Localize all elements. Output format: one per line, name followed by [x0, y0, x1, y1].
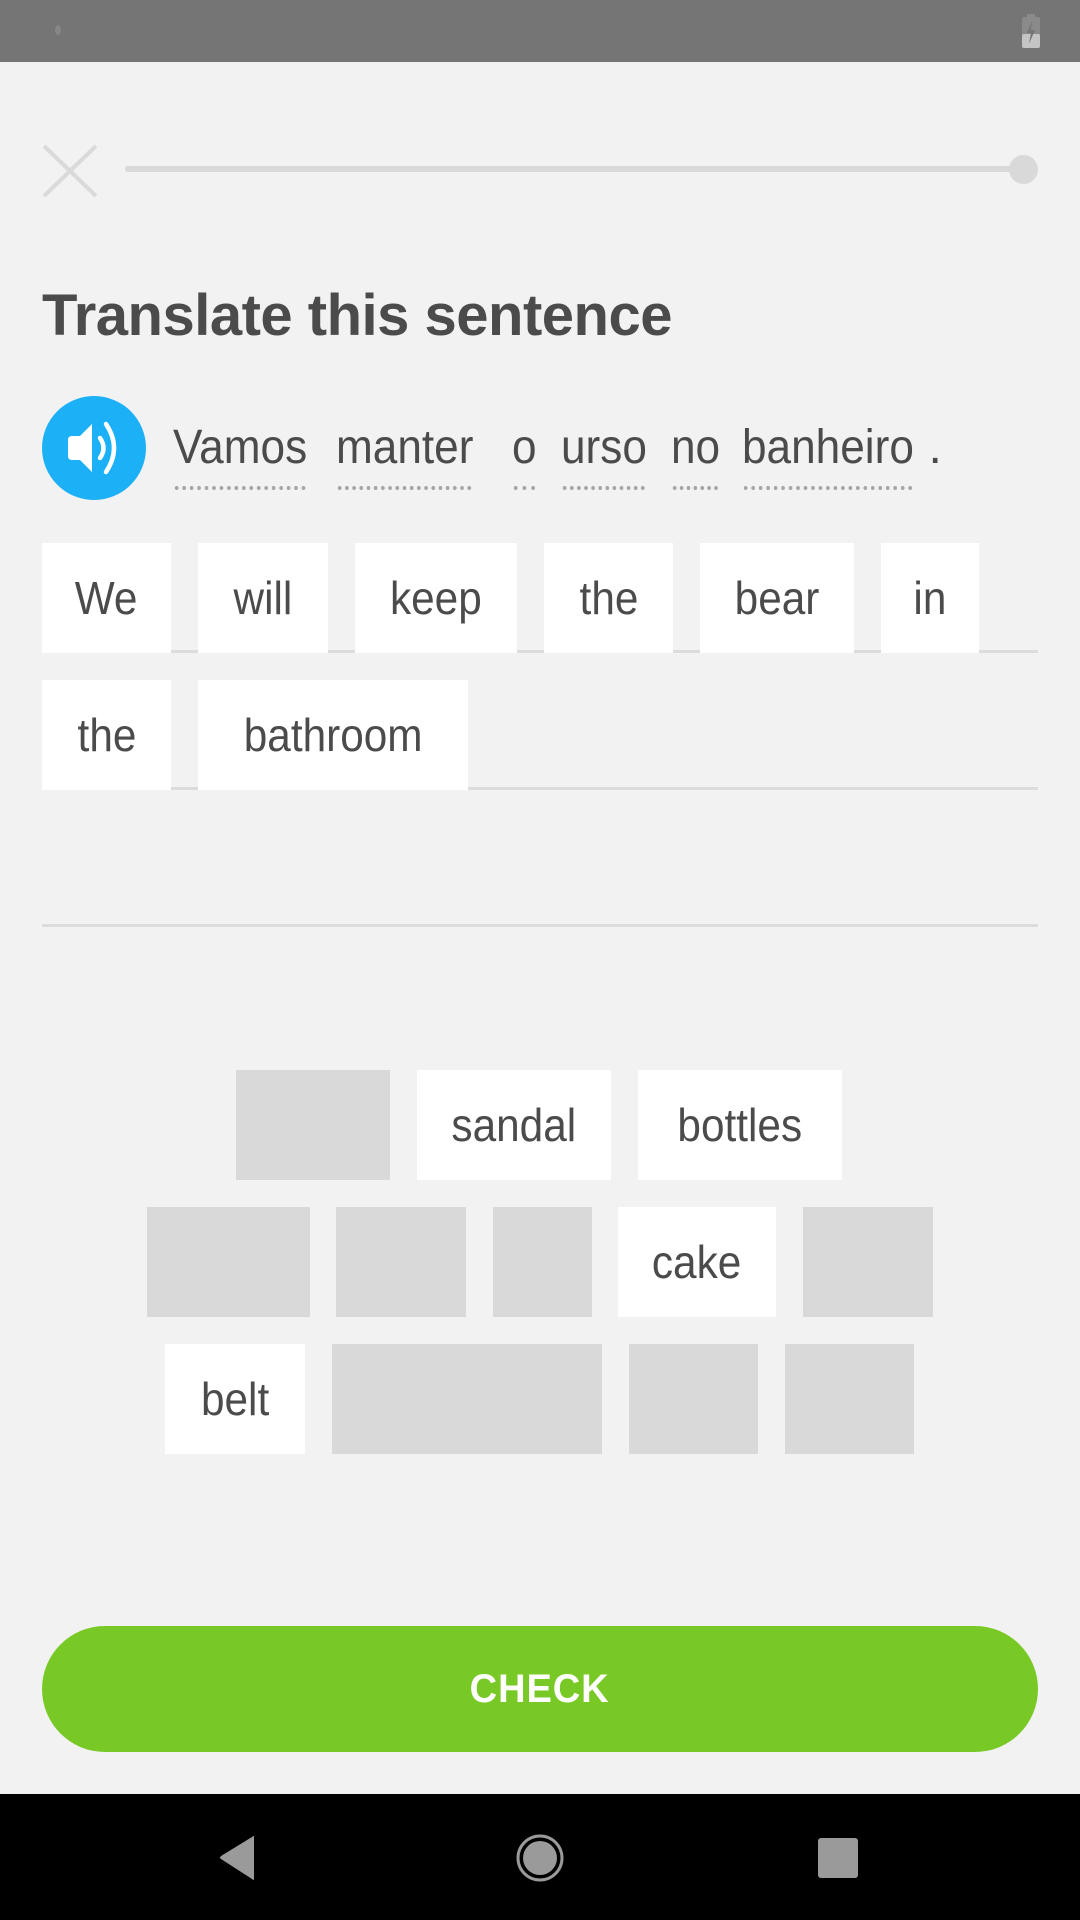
answer-tile[interactable]: bear	[700, 543, 854, 653]
answer-tile[interactable]: keep	[355, 543, 517, 653]
check-label: CHECK	[470, 1666, 610, 1711]
back-button[interactable]	[206, 1826, 270, 1890]
exercise-title: Translate this sentence	[42, 283, 672, 348]
answer-tile[interactable]: in	[881, 543, 979, 653]
play-audio-button[interactable]	[42, 396, 146, 500]
prompt-punctuation: .	[928, 421, 942, 474]
answer-tile[interactable]: will	[198, 543, 328, 653]
progress-knob	[1009, 155, 1038, 184]
word-bank-used-slot	[803, 1207, 933, 1317]
answer-line	[42, 787, 1038, 790]
word-bank-used-slot	[629, 1344, 758, 1454]
back-icon	[220, 1836, 254, 1880]
prompt-word[interactable]: urso	[561, 414, 647, 492]
answer-tile[interactable]: the	[42, 680, 171, 790]
answer-tile[interactable]: We	[42, 543, 171, 653]
word-bank-used-slot	[332, 1344, 602, 1454]
navigation-bar	[0, 1794, 1080, 1920]
home-icon	[516, 1834, 564, 1882]
recents-button[interactable]	[806, 1826, 870, 1890]
progress-bar	[125, 166, 1025, 172]
word-bank-used-slot	[236, 1070, 390, 1180]
word-bank-tile[interactable]: sandal	[417, 1070, 611, 1180]
battery-charging-icon	[1022, 14, 1040, 48]
answer-tile[interactable]: bathroom	[198, 680, 468, 790]
close-icon	[42, 144, 98, 198]
prompt-word[interactable]: Vamos	[173, 414, 307, 492]
prompt-word[interactable]: banheiro	[742, 414, 914, 492]
prompt-word[interactable]: o	[512, 414, 537, 492]
prompt-sentence: Vamos manter o urso no banheiro .	[173, 414, 942, 494]
word-bank-used-slot	[147, 1207, 310, 1317]
word-bank-tile[interactable]: belt	[165, 1344, 305, 1454]
answer-tile[interactable]: the	[544, 543, 673, 653]
speaker-icon	[68, 421, 117, 475]
prompt-word[interactable]: manter	[336, 414, 473, 492]
recents-icon	[818, 1838, 858, 1878]
word-bank-used-slot	[336, 1207, 466, 1317]
word-bank-tile[interactable]: bottles	[638, 1070, 842, 1180]
answer-line	[42, 924, 1038, 927]
status-bar	[0, 0, 1080, 62]
word-bank-used-slot	[785, 1344, 914, 1454]
word-bank-tile[interactable]: cake	[618, 1207, 776, 1317]
word-bank-used-slot	[493, 1207, 592, 1317]
progress-fill	[125, 166, 1025, 172]
close-button[interactable]	[40, 140, 102, 202]
check-button[interactable]: CHECK	[42, 1626, 1038, 1752]
prompt-word[interactable]: no	[671, 414, 720, 492]
home-button[interactable]	[508, 1826, 572, 1890]
notification-dot-icon	[55, 25, 61, 35]
